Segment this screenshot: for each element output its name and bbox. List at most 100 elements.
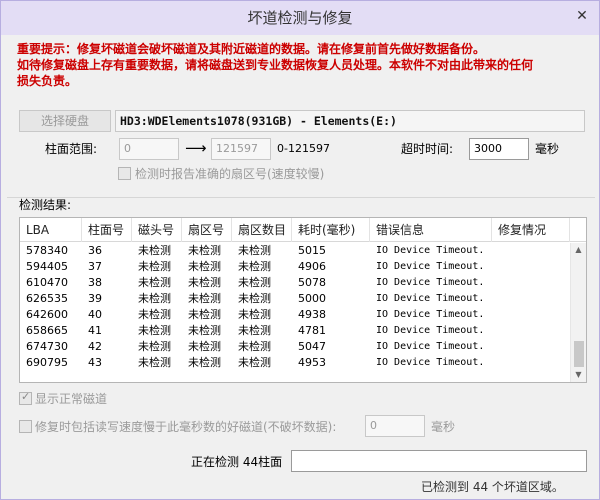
column-header[interactable]: 磁头号 [132, 218, 182, 242]
table-cell: 36 [88, 244, 102, 257]
table-cell: 37 [88, 260, 102, 273]
scroll-up-icon[interactable]: ▲ [571, 243, 586, 257]
table-cell: 未检测 [238, 340, 271, 353]
table-cell: 626535 [26, 292, 68, 305]
accurate-sector-checkbox[interactable] [118, 167, 131, 180]
table-cell: 42 [88, 340, 102, 353]
table-cell: IO Device Timeout. [376, 357, 485, 368]
table-cell: 未检测 [238, 292, 271, 305]
table-cell: 未检测 [188, 324, 221, 337]
results-scrollbar[interactable]: ▲ ▼ [570, 243, 586, 382]
table-cell: 40 [88, 308, 102, 321]
close-icon: ✕ [576, 8, 588, 24]
warning-text: 重要提示：修复坏磁道会破坏磁道及其附近磁道的数据。请在修复前首先做好数据备份。 … [17, 41, 587, 89]
cylinder-from-field[interactable]: 0 [119, 138, 179, 160]
table-cell [492, 259, 570, 275]
table-cell: 未检测 [188, 292, 221, 305]
bad-sector-dialog: 坏道检测与修复 ✕ 重要提示：修复坏磁道会破坏磁道及其附近磁道的数据。请在修复前… [0, 0, 600, 500]
table-cell: 未检测 [138, 340, 171, 353]
scroll-thumb[interactable] [574, 341, 584, 367]
table-cell: 658665 [26, 324, 68, 337]
table-cell: 41 [88, 324, 102, 337]
timeout-field[interactable]: 3000 [469, 138, 529, 160]
results-group-line [7, 197, 595, 198]
close-button[interactable]: ✕ [569, 5, 595, 27]
table-cell [492, 307, 570, 323]
table-cell: 未检测 [188, 244, 221, 257]
table-cell: IO Device Timeout. [376, 309, 485, 320]
repair-slow-label: 修复时包括读写速度慢于此毫秒数的好磁道(不破坏数据): [35, 420, 337, 434]
show-normal-label: 显示正常磁道 [35, 392, 108, 406]
table-cell: 5015 [298, 244, 326, 257]
cylinder-range-hint: 0-121597 [277, 142, 330, 155]
table-cell: 未检测 [188, 340, 221, 353]
table-cell: 594405 [26, 260, 68, 273]
column-header[interactable]: 扇区号 [182, 218, 232, 242]
repair-slow-unit: 毫秒 [431, 420, 456, 434]
table-cell: IO Device Timeout. [376, 341, 485, 352]
table-cell: 4953 [298, 356, 326, 369]
show-normal-checkbox[interactable] [19, 390, 32, 405]
repair-slow-checkbox[interactable] [19, 420, 32, 433]
table-cell: 未检测 [188, 260, 221, 273]
table-cell: 未检测 [238, 324, 271, 337]
warning-line-1: 重要提示：修复坏磁道会破坏磁道及其附近磁道的数据。请在修复前首先做好数据备份。 [17, 42, 486, 56]
table-cell: 38 [88, 276, 102, 289]
table-cell: 未检测 [188, 308, 221, 321]
table-cell [492, 243, 570, 259]
repair-slow-field[interactable]: 0 [365, 415, 425, 437]
table-cell: 5047 [298, 340, 326, 353]
table-cell: IO Device Timeout. [376, 293, 485, 304]
table-cell: 未检测 [138, 356, 171, 369]
timeout-label: 超时时间: [401, 142, 454, 156]
table-cell: 未检测 [138, 292, 171, 305]
scroll-down-icon[interactable]: ▼ [571, 368, 586, 382]
column-header[interactable]: 柱面号 [82, 218, 132, 242]
timeout-unit: 毫秒 [535, 142, 560, 156]
table-row[interactable]: 642600 40 未检测 未检测 未检测 4938 IO Device Timeout. [20, 307, 570, 323]
table-cell: 4906 [298, 260, 326, 273]
table-row[interactable]: 674730 42 未检测 未检测 未检测 5047 IO Device Timeout. [20, 339, 570, 355]
results-table-header: LBA 柱面号 磁头号 扇区号 扇区数目 耗时(毫秒) 错误信息 修复情况 [20, 218, 586, 242]
status-label: 正在检测 44柱面 [191, 455, 283, 469]
table-row[interactable]: 578340 36 未检测 未检测 未检测 5015 IO Device Timeout. [20, 243, 570, 259]
table-cell: 未检测 [188, 356, 221, 369]
column-header[interactable]: 扇区数目 [232, 218, 292, 242]
table-row[interactable]: 690795 43 未检测 未检测 未检测 4953 IO Device Timeout. [20, 355, 570, 371]
warning-line-3: 损失负责。 [17, 74, 78, 88]
cylinder-to-field[interactable]: 121597 [211, 138, 271, 160]
range-arrow-icon: ⟶ [185, 139, 207, 157]
warning-line-2: 如待修复磁盘上存有重要数据，请将磁盘送到专业数据恢复人员处理。本软件不对由此带来… [17, 58, 534, 72]
title-bar: 坏道检测与修复 ✕ [1, 1, 599, 35]
table-cell: 4938 [298, 308, 326, 321]
table-cell: 未检测 [138, 244, 171, 257]
table-cell: 5078 [298, 276, 326, 289]
select-disk-button[interactable]: 选择硬盘 [19, 110, 111, 132]
table-cell: IO Device Timeout. [376, 277, 485, 288]
table-cell: 未检测 [238, 244, 271, 257]
table-cell [492, 339, 570, 355]
column-header[interactable]: 耗时(毫秒) [292, 218, 370, 242]
results-table[interactable]: LBA 柱面号 磁头号 扇区号 扇区数目 耗时(毫秒) 错误信息 修复情况 578340 36 未… [19, 217, 587, 383]
column-header[interactable]: 错误信息 [370, 218, 492, 242]
table-row[interactable]: 626535 39 未检测 未检测 未检测 5000 IO Device Timeout. [20, 291, 570, 307]
disk-info-field: HD3:WDElements1078(931GB) - Elements(E:) [115, 110, 585, 132]
table-cell [492, 291, 570, 307]
table-cell: 未检测 [238, 260, 271, 273]
table-cell: 610470 [26, 276, 68, 289]
table-row[interactable]: 610470 38 未检测 未检测 未检测 5078 IO Device Timeout. [20, 275, 570, 291]
column-header[interactable]: 修复情况 [492, 218, 570, 242]
table-cell: 5000 [298, 292, 326, 305]
status-field [291, 450, 587, 472]
table-cell: IO Device Timeout. [376, 261, 485, 272]
table-cell: 未检测 [238, 356, 271, 369]
column-header[interactable]: LBA [20, 218, 82, 242]
table-row[interactable]: 594405 37 未检测 未检测 未检测 4906 IO Device Timeout. [20, 259, 570, 275]
table-row[interactable]: 658665 41 未检测 未检测 未检测 4781 IO Device Timeout. [20, 323, 570, 339]
table-cell [492, 323, 570, 339]
table-cell: IO Device Timeout. [376, 245, 485, 256]
accurate-sector-label: 检测时报告准确的扇区号(速度较慢) [135, 167, 325, 181]
table-cell [492, 355, 570, 371]
table-cell: 642600 [26, 308, 68, 321]
footer-status: 已检测到 44 个坏道区域。 [421, 480, 564, 494]
